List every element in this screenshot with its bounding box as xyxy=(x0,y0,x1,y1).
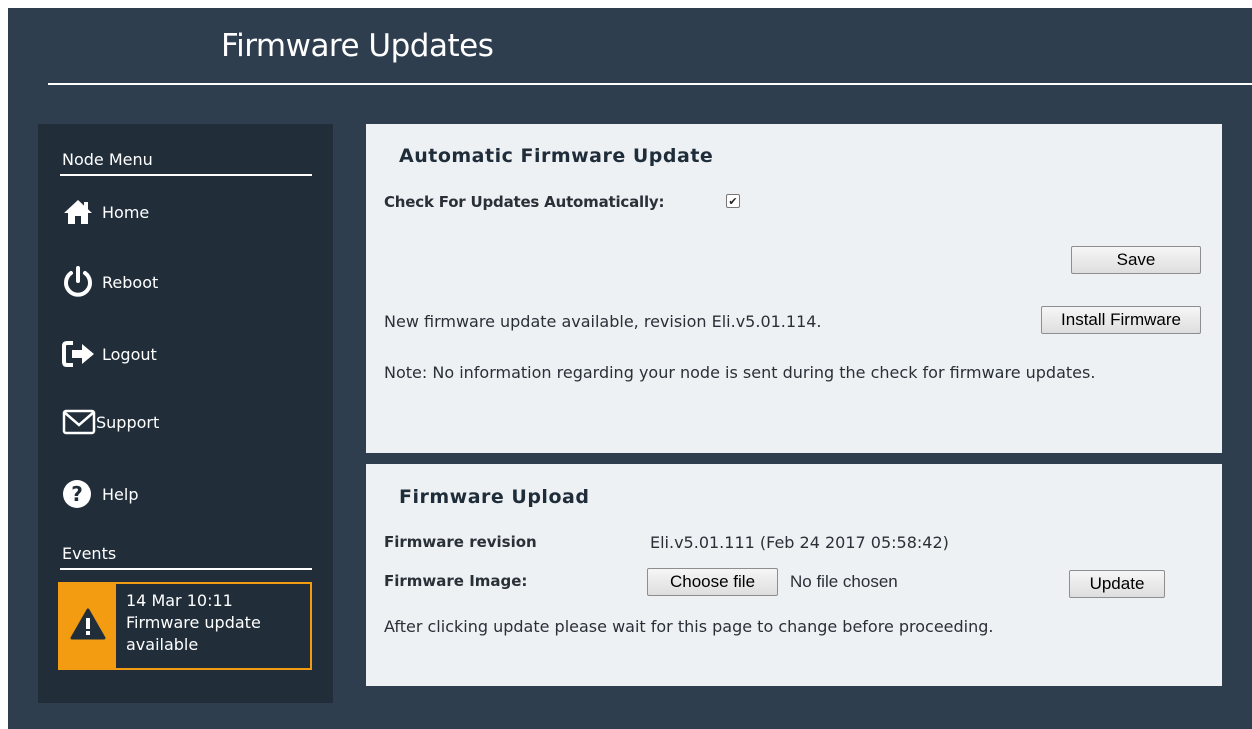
firmware-revision-value: Eli.v5.01.111 (Feb 24 2017 05:58:42) xyxy=(650,533,949,552)
event-text: 14 Mar 10:11 Firmware update available xyxy=(116,584,286,668)
sidebar-item-support[interactable]: Support xyxy=(62,404,159,440)
sidebar-item-help[interactable]: ? Help xyxy=(62,476,138,512)
firmware-upload-title: Firmware Upload xyxy=(399,486,590,508)
question-icon: ? xyxy=(62,478,102,510)
event-icon-container xyxy=(60,584,116,668)
node-menu-heading: Node Menu xyxy=(62,150,153,169)
no-file-chosen-text: No file chosen xyxy=(790,572,898,591)
choose-file-button[interactable]: Choose file xyxy=(647,568,778,596)
events-divider xyxy=(60,568,312,570)
sidebar-item-home[interactable]: Home xyxy=(62,194,149,230)
events-heading: Events xyxy=(62,544,117,563)
automatic-update-panel: Automatic Firmware Update Check For Upda… xyxy=(366,124,1222,453)
event-message: Firmware update available xyxy=(126,613,261,654)
update-button[interactable]: Update xyxy=(1069,570,1165,598)
event-timestamp: 14 Mar 10:11 xyxy=(126,591,233,610)
save-button[interactable]: Save xyxy=(1071,246,1201,274)
sidebar-item-label: Help xyxy=(102,484,139,504)
firmware-upload-panel: Firmware Upload Firmware revision Eli.v5… xyxy=(366,464,1222,686)
power-icon xyxy=(62,266,102,298)
warning-icon xyxy=(70,608,106,644)
envelope-icon xyxy=(62,406,96,438)
privacy-note: Note: No information regarding your node… xyxy=(384,363,1096,382)
sidebar-item-label: Reboot xyxy=(102,272,159,292)
node-menu-divider xyxy=(60,174,312,176)
title-divider xyxy=(48,83,1252,85)
sidebar: Node Menu Home Reboot Logout Support ? H… xyxy=(38,124,333,703)
page-background: Firmware Updates Node Menu Home Reboot L… xyxy=(8,8,1252,729)
sidebar-item-label: Support xyxy=(96,412,160,432)
firmware-image-label: Firmware Image: xyxy=(384,572,528,590)
install-firmware-button[interactable]: Install Firmware xyxy=(1041,306,1201,334)
page-title: Firmware Updates xyxy=(221,28,494,64)
update-available-text: New firmware update available, revision … xyxy=(384,312,822,331)
sidebar-item-label: Logout xyxy=(102,344,157,364)
firmware-revision-label: Firmware revision xyxy=(384,533,537,551)
wait-note: After clicking update please wait for th… xyxy=(384,617,994,636)
automatic-update-title: Automatic Firmware Update xyxy=(399,145,714,167)
sidebar-item-logout[interactable]: Logout xyxy=(62,336,157,372)
home-icon xyxy=(62,196,102,228)
sidebar-item-label: Home xyxy=(102,202,150,222)
sidebar-item-reboot[interactable]: Reboot xyxy=(62,264,158,300)
check-updates-label: Check For Updates Automatically: xyxy=(384,193,665,211)
svg-text:?: ? xyxy=(71,482,83,506)
event-notification[interactable]: 14 Mar 10:11 Firmware update available xyxy=(58,582,312,670)
auto-update-checkbox[interactable]: ✔ xyxy=(726,194,740,208)
logout-icon xyxy=(62,338,102,370)
